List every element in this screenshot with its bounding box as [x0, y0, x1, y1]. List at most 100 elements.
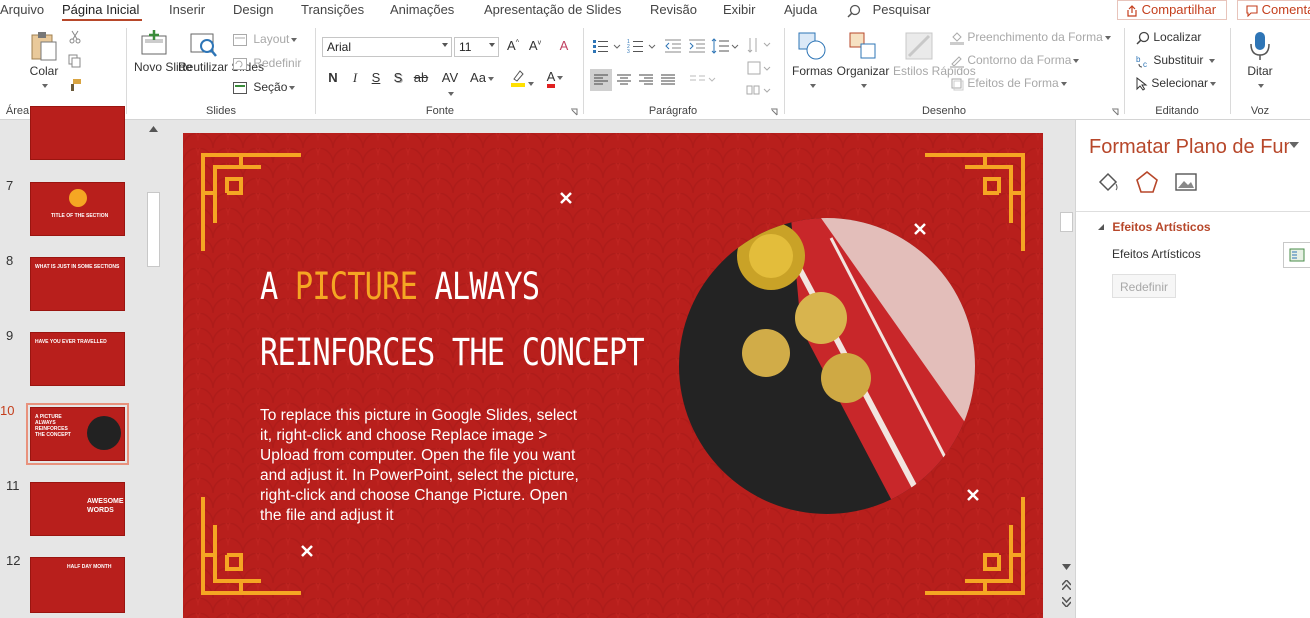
copy-icon[interactable]	[68, 54, 82, 68]
cut-icon[interactable]	[68, 30, 82, 44]
bullets-icon[interactable]	[592, 38, 622, 54]
tab-ajuda[interactable]: Ajuda	[784, 2, 817, 17]
dictate-button[interactable]: Ditar	[1240, 30, 1280, 92]
pane-options-icon[interactable]	[1289, 142, 1299, 148]
reuse-slides-label: Reutilizar Slides	[178, 60, 265, 74]
section-button[interactable]: Seção	[233, 80, 296, 94]
powerpoint-window: Arquivo Página Inicial Inserir Design Tr…	[0, 0, 1310, 618]
select-button[interactable]: Selecionar	[1136, 76, 1217, 91]
format-painter-icon[interactable]	[68, 78, 82, 92]
find-button[interactable]: Localizar	[1136, 30, 1201, 45]
slide-thumbnail-12[interactable]: HALF DAY MONTH	[30, 557, 125, 613]
smartart-icon[interactable]	[746, 82, 772, 98]
artistic-effects-section[interactable]: Efeitos Artísticos	[1097, 220, 1211, 234]
paragraph-launcher-icon[interactable]	[770, 108, 778, 116]
shape-effects-button[interactable]: Efeitos de Forma	[950, 76, 1067, 91]
bold-icon[interactable]: N	[324, 70, 342, 90]
font-size-select[interactable]: 11	[454, 37, 499, 57]
tab-exibir[interactable]: Exibir	[723, 2, 756, 17]
fill-tab-icon[interactable]	[1096, 170, 1120, 194]
picture-tab-icon[interactable]	[1174, 170, 1198, 194]
font-launcher-icon[interactable]	[570, 108, 578, 116]
slide-thumbnail-11[interactable]: AWESOME WORDS	[30, 482, 125, 536]
next-slide-icon[interactable]	[1062, 597, 1071, 607]
ribbon: Colar Área de Transferência Novo Slide R…	[0, 22, 1310, 120]
artistic-effects-dropdown[interactable]	[1283, 242, 1310, 268]
arrange-button[interactable]: Organizar	[836, 30, 890, 92]
reuse-slides-button[interactable]: Reutilizar Slides	[178, 30, 265, 75]
justify-icon[interactable]	[661, 73, 675, 87]
tab-apresentacao[interactable]: Apresentação de Slides	[484, 2, 621, 17]
slide-body-text[interactable]: To replace this picture in Google Slides…	[260, 406, 580, 526]
slide-scrollbar[interactable]	[1058, 120, 1075, 618]
font-name-select[interactable]: Arial	[322, 37, 452, 57]
decrease-font-icon[interactable]: Av	[526, 38, 544, 58]
search-box[interactable]: Pesquisar	[847, 2, 930, 18]
underline-icon[interactable]: S	[367, 70, 385, 90]
artistic-effects-icon	[1289, 248, 1305, 262]
thumbnails-scrollbar[interactable]	[145, 120, 162, 618]
slide-thumbnail-7[interactable]: TITLE OF THE SECTION	[30, 182, 125, 236]
microphone-icon	[1250, 32, 1270, 60]
numbering-icon[interactable]: 123	[627, 38, 657, 54]
reset-effects-button[interactable]: Redefinir	[1112, 274, 1176, 298]
previous-slide-icon[interactable]	[1062, 580, 1071, 590]
new-slide-icon	[141, 30, 167, 55]
italic-icon[interactable]: I	[346, 70, 364, 90]
scrollbar-thumb[interactable]	[147, 192, 160, 267]
tab-animacoes[interactable]: Animações	[390, 2, 454, 17]
slide[interactable]: A PICTURE ALWAYS REINFORCES THE CONCEPT …	[183, 133, 1043, 618]
tab-transicoes[interactable]: Transições	[301, 2, 364, 17]
shape-outline-button[interactable]: Contorno da Forma	[950, 53, 1080, 68]
align-left-button[interactable]	[590, 69, 612, 91]
slide-thumbnail-8[interactable]: WHAT IS JUST IN SOME SECTIONS	[30, 257, 125, 311]
paste-button[interactable]: Colar	[26, 30, 62, 92]
char-spacing-icon[interactable]: AV	[438, 70, 462, 96]
tab-pagina-inicial[interactable]: Página Inicial	[62, 2, 139, 17]
increase-font-icon[interactable]: A^	[504, 38, 522, 58]
align-right-icon[interactable]	[639, 73, 653, 87]
tab-revisao[interactable]: Revisão	[650, 2, 697, 17]
tab-inserir[interactable]: Inserir	[169, 2, 205, 17]
replace-button[interactable]: bc Substituir	[1136, 53, 1216, 68]
find-label: Localizar	[1153, 30, 1202, 44]
reset-button[interactable]: Redefinir	[233, 56, 301, 70]
slide-thumbnail-6[interactable]	[30, 106, 125, 160]
align-center-icon[interactable]	[617, 73, 631, 87]
quick-styles-button[interactable]: Estilos Rápidos	[893, 30, 976, 79]
text-direction-icon[interactable]	[746, 36, 772, 54]
line-spacing-icon[interactable]	[711, 38, 739, 54]
increase-indent-icon[interactable]	[688, 38, 706, 54]
slide-thumbnail-9[interactable]: HAVE YOU EVER TRAVELLED	[30, 332, 125, 386]
shapes-button[interactable]: Formas	[792, 30, 833, 92]
effects-tab-icon[interactable]	[1135, 170, 1159, 194]
highlight-icon[interactable]	[508, 69, 536, 89]
reset-label: Redefinir	[253, 56, 302, 70]
shape-fill-button[interactable]: Preenchimento da Forma	[950, 30, 1111, 45]
clear-formatting-icon[interactable]: A	[555, 38, 573, 58]
slide-thumbnail-10[interactable]: A PICTURE ALWAYS REINFORCES THE CONCEPT	[26, 403, 129, 465]
drawing-launcher-icon[interactable]	[1111, 108, 1119, 116]
pen-icon	[950, 56, 964, 68]
scroll-down-icon[interactable]	[1062, 564, 1071, 570]
layout-button[interactable]: Layout	[233, 32, 298, 46]
strikethrough-icon[interactable]: ab	[412, 70, 430, 90]
slide-title[interactable]: A PICTURE ALWAYS REINFORCES THE CONCEPT	[260, 254, 645, 386]
tab-arquivo[interactable]: Arquivo	[0, 2, 44, 17]
dictate-label: Ditar	[1247, 64, 1273, 78]
comments-button[interactable]: Comentários	[1237, 0, 1310, 20]
tab-design[interactable]: Design	[233, 2, 273, 17]
change-case-icon[interactable]: Aa	[468, 70, 496, 90]
decrease-indent-icon[interactable]	[664, 38, 682, 54]
scrollbar-thumb[interactable]	[1060, 212, 1073, 232]
corner-ornament-tl	[201, 153, 301, 251]
new-slide-button[interactable]: Novo Slide	[134, 30, 192, 75]
align-text-icon[interactable]	[746, 60, 772, 76]
slide-picture[interactable]	[671, 218, 983, 518]
scroll-up-icon[interactable]	[149, 126, 158, 132]
shadow-icon[interactable]: S	[389, 70, 407, 90]
columns-icon[interactable]	[690, 73, 716, 87]
share-button[interactable]: Compartilhar	[1117, 0, 1227, 20]
font-color-icon[interactable]: A	[541, 69, 569, 89]
svg-text:3: 3	[627, 49, 630, 54]
